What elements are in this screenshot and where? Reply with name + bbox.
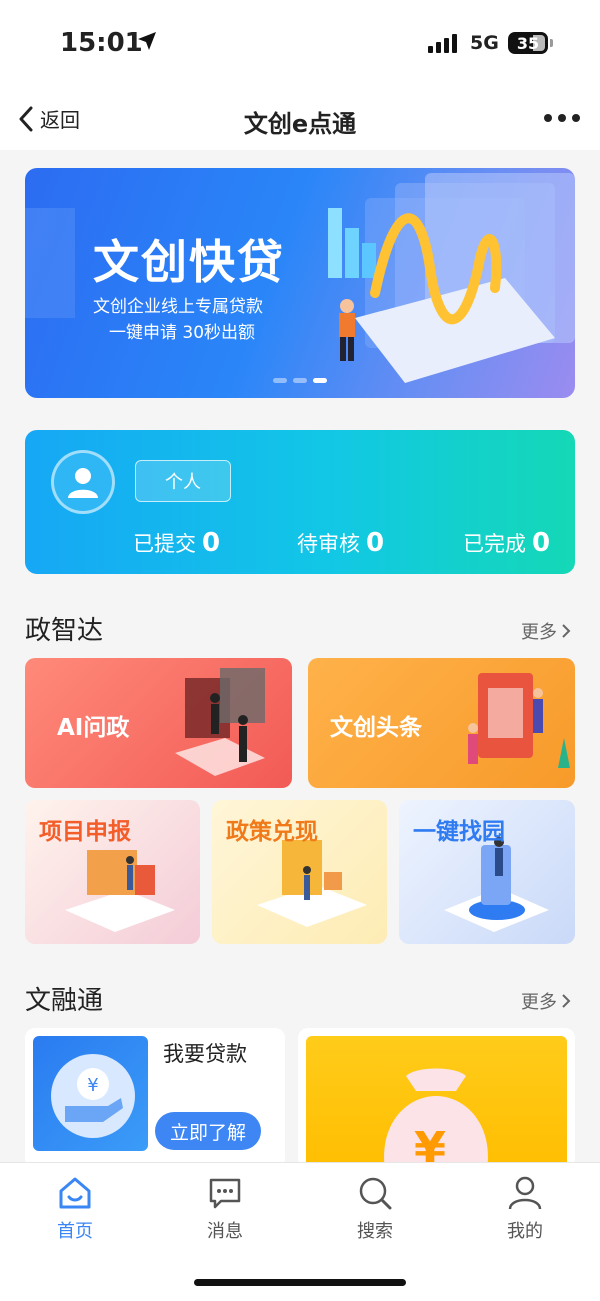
status-bar: 15:01 5G 35 [0, 0, 600, 90]
tab-label: 消息 [207, 1221, 243, 1242]
tab-label: 我的 [507, 1221, 543, 1242]
carousel-dot [293, 378, 307, 383]
avatar[interactable] [51, 450, 115, 514]
tab-label: 首页 [57, 1221, 93, 1242]
carousel-indicator [273, 378, 327, 383]
section-title: 文融通 [25, 986, 104, 1016]
stat-pending[interactable]: 待审核 0 [297, 528, 384, 558]
tab-bar: 首页 消息 搜索 我的 [0, 1162, 600, 1301]
loan-icon: ¥ [33, 1036, 148, 1151]
dot-icon [572, 114, 580, 122]
tile-culture-news[interactable]: 文创头条 [308, 658, 575, 788]
section-header-wenrongtong: 文融通 更多 [25, 976, 575, 1016]
tab-search[interactable]: 搜索 [325, 1173, 425, 1243]
loan-banner-card[interactable]: ¥ [298, 1028, 575, 1168]
carousel-dot [273, 378, 287, 383]
location-arrow-icon [138, 32, 156, 50]
network-type: 5G [470, 32, 499, 54]
stat-label: 已提交 [133, 532, 196, 556]
tile-label: 政策兑现 [226, 819, 318, 845]
stat-completed[interactable]: 已完成 0 [463, 528, 550, 558]
tab-messages[interactable]: 消息 [175, 1173, 275, 1243]
stat-value: 0 [532, 528, 551, 558]
learn-more-button[interactable]: 立即了解 [155, 1112, 261, 1150]
yen-hand-icon: ¥ [51, 1054, 135, 1138]
user-icon [68, 468, 98, 498]
banner-line2: 一键申请 30秒出额 [109, 323, 256, 343]
dot-icon [544, 114, 552, 122]
svg-text:¥: ¥ [87, 1075, 98, 1096]
stat-value: 0 [202, 528, 221, 558]
tile-label: AI问政 [57, 715, 130, 741]
user-type-tag[interactable]: 个人 [135, 460, 231, 502]
person-icon [508, 1176, 542, 1210]
section-header-zhengzhida: 政智达 更多 [25, 606, 575, 646]
tile-label: 文创头条 [330, 715, 422, 741]
tab-profile[interactable]: 我的 [475, 1173, 575, 1243]
tile-label: 项目申报 [39, 819, 131, 845]
banner-title: 文创快贷 [93, 235, 285, 289]
promo-banner[interactable]: 文创快贷 文创企业线上专属贷款 一键申请 30秒出额 [25, 168, 575, 398]
tile-find-park[interactable]: 一键找园 [399, 800, 575, 944]
banner-line1: 文创企业线上专属贷款 [93, 297, 263, 317]
loan-card[interactable]: ¥ 我要贷款 立即了解 [25, 1028, 285, 1168]
battery-icon: 35 [508, 32, 553, 54]
more-link[interactable]: 更多 [521, 988, 571, 1014]
stat-submitted[interactable]: 已提交 0 [133, 528, 220, 558]
more-label: 更多 [521, 992, 557, 1013]
chevron-right-icon [562, 994, 571, 1008]
carousel-dot-active [313, 378, 327, 383]
money-bag-panel: ¥ [306, 1036, 567, 1168]
tab-home[interactable]: 首页 [25, 1173, 125, 1243]
message-icon [209, 1178, 241, 1209]
tile-ai-politics[interactable]: AI问政 [25, 658, 292, 788]
user-status-card: 个人 已提交 0 待审核 0 已完成 0 [25, 430, 575, 574]
more-label: 更多 [521, 622, 557, 643]
section-title: 政智达 [25, 616, 104, 646]
stat-label: 待审核 [297, 532, 360, 556]
more-link[interactable]: 更多 [521, 618, 571, 644]
nav-bar: 返回 文创e点通 [0, 90, 600, 150]
home-indicator [194, 1279, 406, 1286]
tile-project-application[interactable]: 项目申报 [25, 800, 200, 944]
status-time: 15:01 [60, 28, 143, 58]
tab-label: 搜索 [357, 1221, 393, 1242]
signal-icon [428, 34, 457, 53]
stat-label: 已完成 [463, 532, 526, 556]
tile-policy-redemption[interactable]: 政策兑现 [212, 800, 387, 944]
battery-level: 35 [516, 33, 540, 53]
dot-icon [558, 114, 566, 122]
loan-title: 我要贷款 [163, 1042, 247, 1066]
tile-label: 一键找园 [413, 819, 505, 845]
more-options-button[interactable] [544, 114, 580, 122]
chevron-right-icon [562, 624, 571, 638]
page-title: 文创e点通 [243, 110, 357, 138]
stat-value: 0 [366, 528, 385, 558]
home-icon [59, 1177, 91, 1209]
search-icon [359, 1177, 392, 1210]
